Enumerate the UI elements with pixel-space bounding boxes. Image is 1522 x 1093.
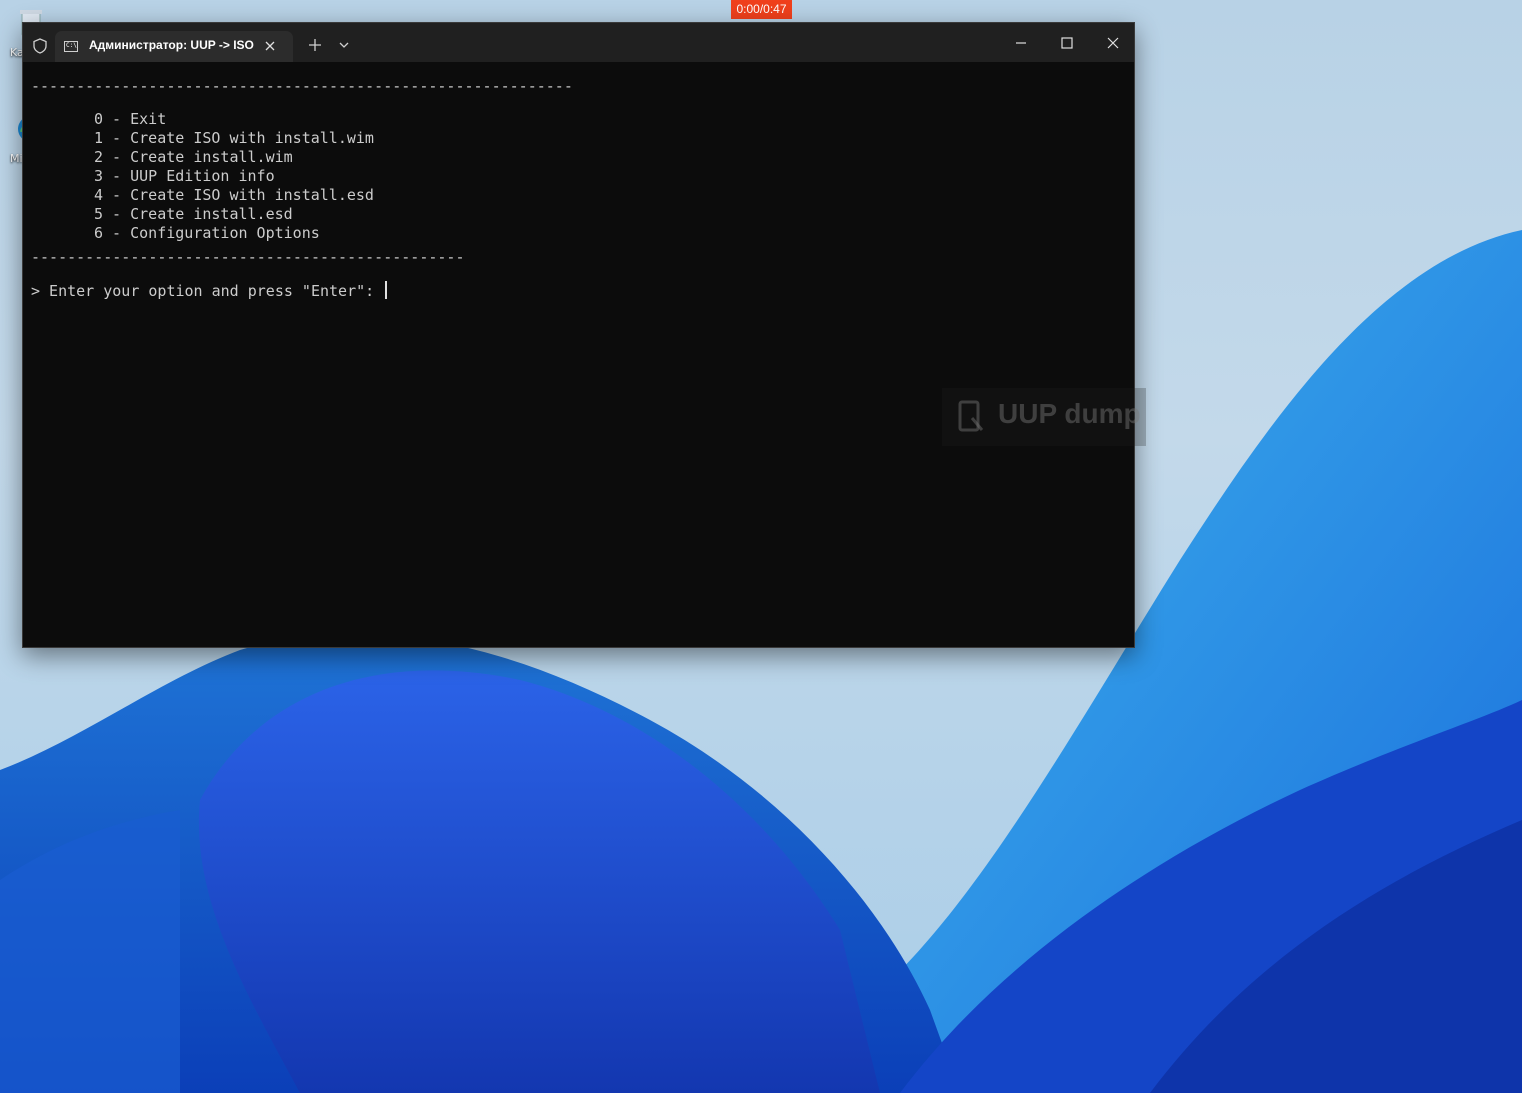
uup-dump-logo-icon: [958, 400, 984, 432]
chevron-down-icon[interactable]: [337, 39, 351, 51]
menu-option-iso-esd: 4 - Create ISO with install.esd: [94, 186, 374, 204]
titlebar[interactable]: C:\ Администратор: UUP -> ISO: [23, 23, 1134, 62]
close-icon[interactable]: [263, 39, 277, 53]
input-prompt[interactable]: > Enter your option and press "Enter":: [31, 281, 388, 301]
menu-option-config: 6 - Configuration Options: [94, 224, 320, 242]
window-close-icon[interactable]: [1103, 33, 1123, 53]
terminal-window: C:\ Администратор: UUP -> ISO ----------…: [22, 22, 1135, 648]
divider-bottom: ----------------------------------------…: [31, 248, 465, 266]
menu-option-wim: 2 - Create install.wim: [94, 148, 293, 166]
menu-option-edition-info: 3 - UUP Edition info: [94, 167, 275, 185]
minimize-icon[interactable]: [1011, 33, 1031, 53]
recording-timer: 0:00/0:47: [731, 0, 792, 19]
maximize-icon[interactable]: [1057, 33, 1077, 53]
shield-icon: [33, 38, 47, 54]
menu-option-iso-wim: 1 - Create ISO with install.wim: [94, 129, 374, 147]
watermark-text: UUP dump: [998, 398, 1141, 429]
menu-option-esd: 5 - Create install.esd: [94, 205, 293, 223]
terminal-output[interactable]: ----------------------------------------…: [31, 71, 1126, 647]
cmd-icon: C:\: [64, 41, 78, 52]
edge-caption: Mi: [10, 152, 23, 165]
tab-title: Администратор: UUP -> ISO: [89, 38, 254, 52]
menu-option-exit: 0 - Exit: [94, 110, 167, 128]
text-cursor: [385, 281, 388, 299]
plus-icon[interactable]: [307, 37, 323, 53]
prompt-text: > Enter your option and press "Enter":: [31, 282, 384, 300]
tab-uup-iso[interactable]: C:\ Администратор: UUP -> ISO: [55, 31, 293, 62]
uup-dump-watermark: UUP dump: [942, 388, 1146, 446]
divider-top: ----------------------------------------…: [31, 77, 573, 95]
